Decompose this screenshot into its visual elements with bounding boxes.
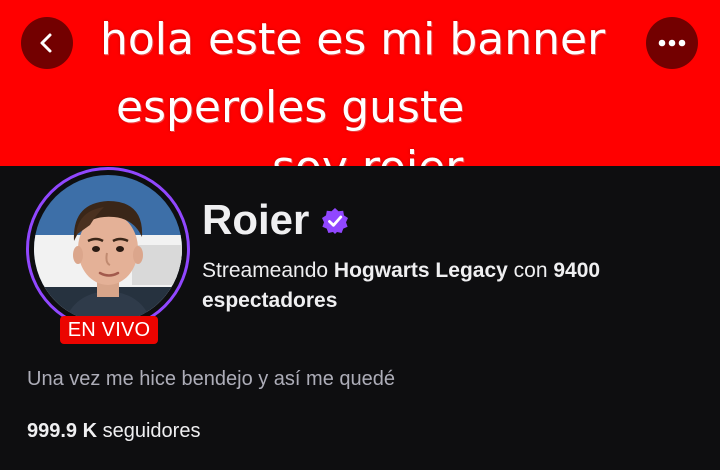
channel-profile-info: EN VIVO Roier Streameando Hogwarts Legac… [0,166,720,470]
live-badge: EN VIVO [60,316,158,344]
channel-name-row: Roier [202,196,349,244]
follower-number: 999.9 K [27,420,98,442]
banner-line: esperoles guste [116,82,465,133]
game-link[interactable]: Hogwarts Legacy [334,259,508,282]
follower-label: seguidores [97,420,201,442]
stream-middle: con [507,259,554,282]
banner-line: soy roier [272,146,463,167]
banner-line: hola este es mi banner [100,14,606,65]
back-button[interactable] [21,17,73,69]
channel-bio: Una vez me hice bendejo y así me quedé [27,368,395,390]
more-options-button[interactable] [646,17,698,69]
follower-count: 999.9 K seguidores [27,420,200,443]
viewer-count: 9400 [553,259,601,282]
stream-prefix: Streameando [202,259,334,282]
more-horizontal-icon [658,39,686,47]
banner-image-text: hola este es mi banner esperoles guste s… [0,0,720,167]
channel-name: Roier [202,196,310,243]
avatar-image [34,175,182,323]
avatar[interactable] [26,167,190,331]
viewer-label: espectadores [202,289,338,312]
channel-banner: hola este es mi banner esperoles guste s… [0,0,720,166]
stream-description: Streameando Hogwarts Legacy con 9400 espe… [202,256,702,316]
chevron-left-icon [40,33,52,53]
verified-badge-icon [321,207,349,235]
